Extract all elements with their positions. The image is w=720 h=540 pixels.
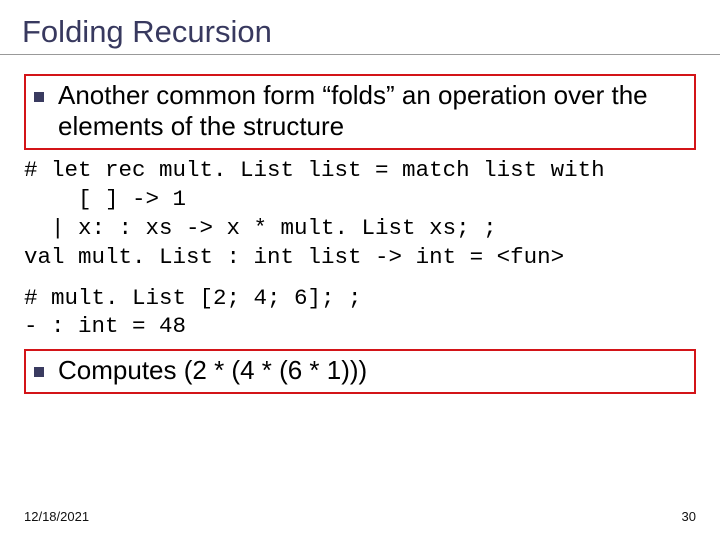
bullet-item-1: Another common form “folds” an operation… (26, 76, 694, 148)
code-block-1: # let rec mult. List list = match list w… (24, 150, 696, 271)
bullet-square-icon (34, 92, 44, 102)
bullet-item-2: Computes (2 * (4 * (6 * 1))) (26, 351, 694, 392)
slide-title: Folding Recursion (0, 0, 720, 50)
bullet-square-icon (34, 367, 44, 377)
title-underline (0, 54, 720, 55)
bullet-text-1: Another common form “folds” an operation… (58, 80, 686, 142)
code-block-2: # mult. List [2; 4; 6]; ; - : int = 48 (24, 272, 696, 342)
highlight-box-2: Computes (2 * (4 * (6 * 1))) (24, 349, 696, 394)
footer-page-number: 30 (682, 509, 696, 524)
slide-content: Another common form “folds” an operation… (0, 50, 720, 394)
highlight-box-1: Another common form “folds” an operation… (24, 74, 696, 150)
bullet-text-2: Computes (2 * (4 * (6 * 1))) (58, 355, 367, 386)
footer: 12/18/2021 30 (24, 509, 696, 524)
footer-date: 12/18/2021 (24, 509, 89, 524)
